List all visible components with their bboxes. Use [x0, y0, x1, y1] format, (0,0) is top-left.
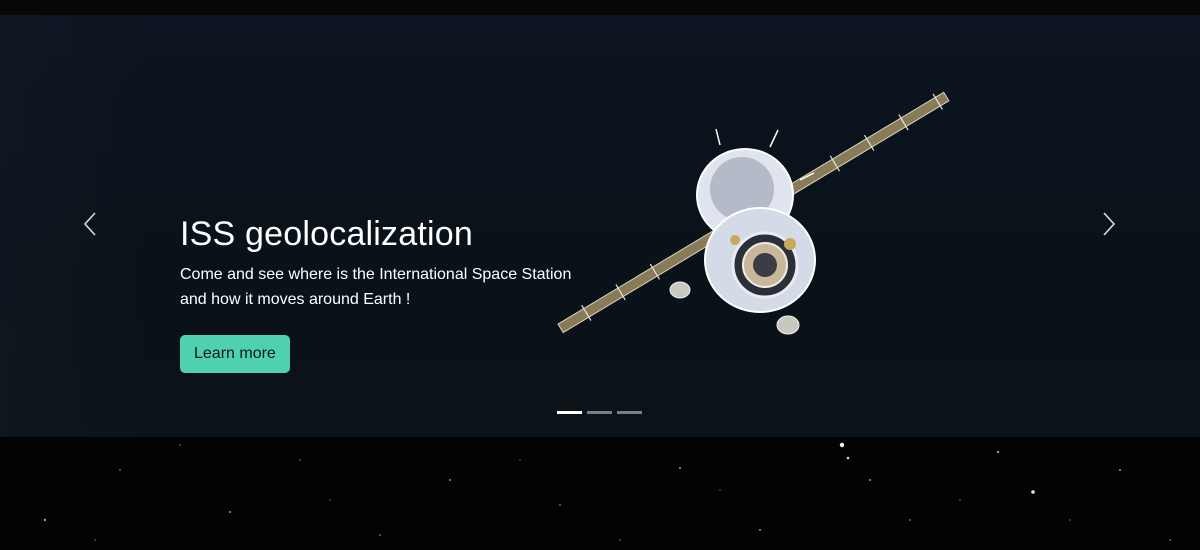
carousel-next-button[interactable]: [1094, 207, 1124, 241]
chevron-right-icon: [1103, 212, 1116, 236]
learn-more-button[interactable]: Learn more: [180, 335, 290, 373]
slide-description: Come and see where is the International …: [180, 266, 572, 308]
hero-carousel: ISS geolocalization Come and see where i…: [0, 15, 1200, 437]
carousel-indicator-3[interactable]: [617, 411, 642, 414]
carousel-indicator-2[interactable]: [587, 411, 612, 414]
slide-title: ISS geolocalization: [180, 215, 473, 253]
carousel-indicators: [557, 411, 642, 415]
chevron-left-icon: [83, 212, 96, 236]
top-strip: [0, 0, 1200, 15]
carousel-prev-button[interactable]: [75, 207, 105, 241]
carousel-indicator-1[interactable]: [557, 411, 582, 414]
slide-caption: ISS geolocalization Come and see where i…: [180, 214, 600, 373]
